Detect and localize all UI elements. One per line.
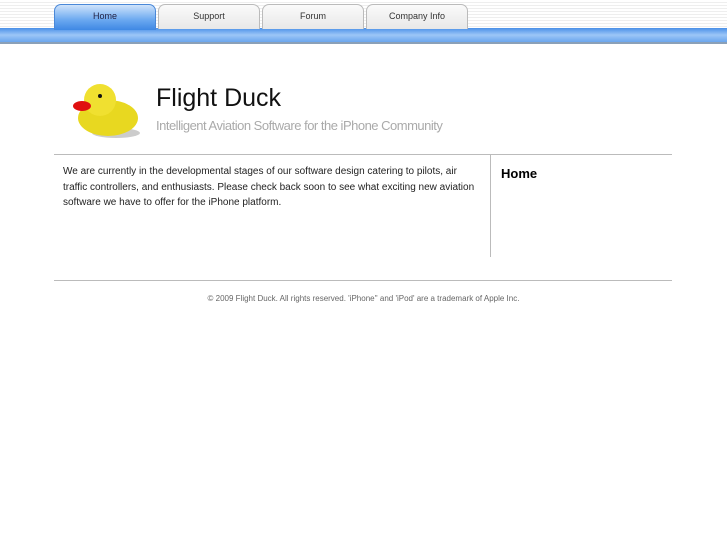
tab-support[interactable]: Support (158, 4, 260, 29)
sidebar-heading: Home (501, 166, 538, 181)
footer-copyright: © 2009 Flight Duck. All rights reserved.… (207, 294, 520, 303)
rubber-duck-icon (72, 80, 144, 140)
tab-forum[interactable]: Forum (262, 4, 364, 29)
tab-home[interactable]: Home (54, 4, 156, 30)
column-divider (490, 155, 491, 257)
nav-band (0, 28, 727, 44)
intro-text: We are currently in the developmental st… (63, 166, 475, 208)
tab-company-info[interactable]: Company Info (366, 4, 468, 29)
site-title: Flight Duck (156, 84, 282, 112)
footer-divider (54, 280, 672, 281)
nav-tabs: Home Support Forum Company Info (54, 4, 470, 30)
divider (54, 154, 672, 155)
site-tagline: Intelligent Aviation Software for the iP… (156, 118, 443, 133)
